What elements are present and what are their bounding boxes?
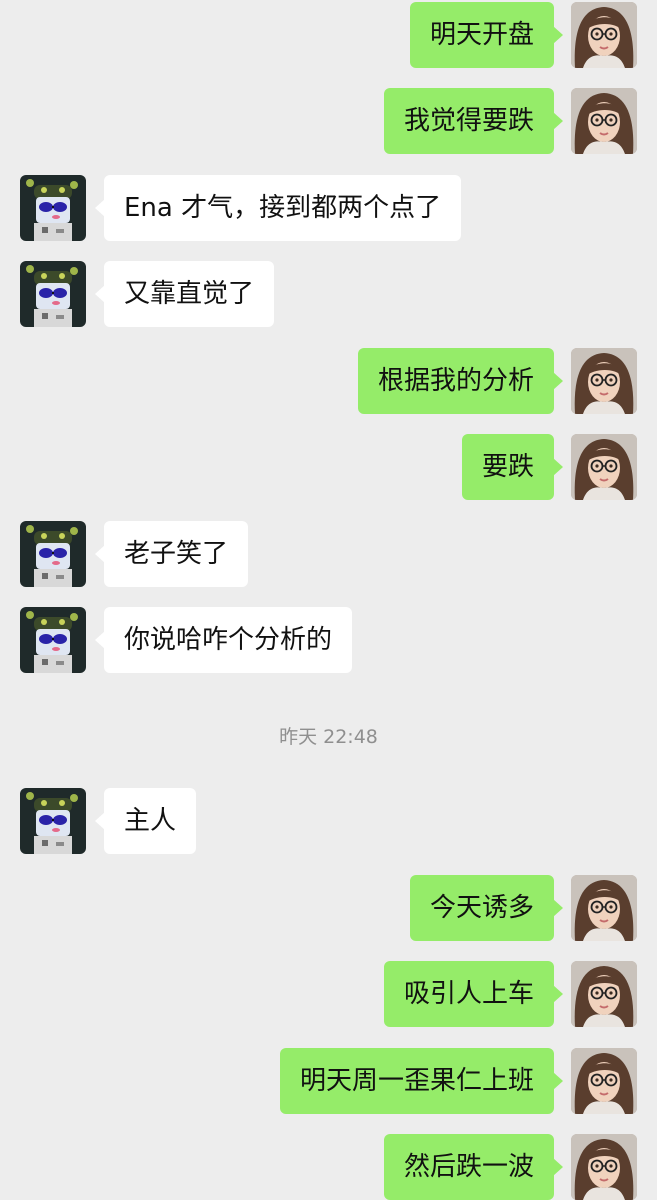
chat-timestamp: 昨天 22:48 — [279, 726, 378, 748]
self-avatar[interactable] — [571, 348, 637, 414]
woman-with-glasses-avatar-icon — [571, 1134, 637, 1200]
message-row: 根据我的分析 — [0, 348, 657, 414]
woman-with-glasses-avatar-icon — [571, 1048, 637, 1114]
friend-avatar[interactable] — [20, 175, 86, 241]
received-message-bubble[interactable]: 主人 — [94, 788, 197, 854]
message-row: 又靠直觉了 — [0, 261, 657, 327]
self-avatar[interactable] — [571, 88, 637, 154]
self-avatar[interactable] — [571, 875, 637, 941]
message-row: 今天诱多 — [0, 875, 657, 941]
woman-with-glasses-avatar-icon — [571, 88, 637, 154]
sent-message-bubble[interactable]: 要跌 — [461, 434, 564, 500]
message-row: Ena 才气，接到都两个点了 — [0, 175, 657, 241]
received-message-bubble[interactable]: 老子笑了 — [94, 521, 249, 587]
received-message-bubble[interactable]: 你说哈咋个分析的 — [94, 607, 353, 673]
sent-message-bubble[interactable]: 明天开盘 — [409, 2, 564, 68]
cartoon-sunglasses-avatar-icon — [20, 788, 86, 854]
self-avatar[interactable] — [571, 961, 637, 1027]
sent-message-bubble[interactable]: 然后跌一波 — [383, 1134, 564, 1200]
message-row: 我觉得要跌 — [0, 88, 657, 154]
cartoon-sunglasses-avatar-icon — [20, 607, 86, 673]
message-row: 明天开盘 — [0, 2, 657, 68]
message-row: 然后跌一波 — [0, 1134, 657, 1200]
sent-message-bubble[interactable]: 明天周一歪果仁上班 — [279, 1048, 564, 1114]
friend-avatar[interactable] — [20, 607, 86, 673]
cartoon-sunglasses-avatar-icon — [20, 261, 86, 327]
received-message-bubble[interactable]: Ena 才气，接到都两个点了 — [94, 175, 462, 241]
self-avatar[interactable] — [571, 434, 637, 500]
self-avatar[interactable] — [571, 1134, 637, 1200]
message-row: 要跌 — [0, 434, 657, 500]
sent-message-bubble[interactable]: 根据我的分析 — [357, 348, 564, 414]
sent-message-bubble[interactable]: 我觉得要跌 — [383, 88, 564, 154]
self-avatar[interactable] — [571, 2, 637, 68]
cartoon-sunglasses-avatar-icon — [20, 521, 86, 587]
friend-avatar[interactable] — [20, 521, 86, 587]
cartoon-sunglasses-avatar-icon — [20, 175, 86, 241]
sent-message-bubble[interactable]: 吸引人上车 — [383, 961, 564, 1027]
woman-with-glasses-avatar-icon — [571, 348, 637, 414]
message-row: 主人 — [0, 788, 657, 854]
woman-with-glasses-avatar-icon — [571, 2, 637, 68]
received-message-bubble[interactable]: 又靠直觉了 — [94, 261, 275, 327]
woman-with-glasses-avatar-icon — [571, 875, 637, 941]
sent-message-bubble[interactable]: 今天诱多 — [409, 875, 564, 941]
message-row: 明天周一歪果仁上班 — [0, 1048, 657, 1114]
message-row: 你说哈咋个分析的 — [0, 607, 657, 673]
message-row: 吸引人上车 — [0, 961, 657, 1027]
self-avatar[interactable] — [571, 1048, 637, 1114]
friend-avatar[interactable] — [20, 788, 86, 854]
friend-avatar[interactable] — [20, 261, 86, 327]
message-row: 老子笑了 — [0, 521, 657, 587]
woman-with-glasses-avatar-icon — [571, 434, 637, 500]
woman-with-glasses-avatar-icon — [571, 961, 637, 1027]
